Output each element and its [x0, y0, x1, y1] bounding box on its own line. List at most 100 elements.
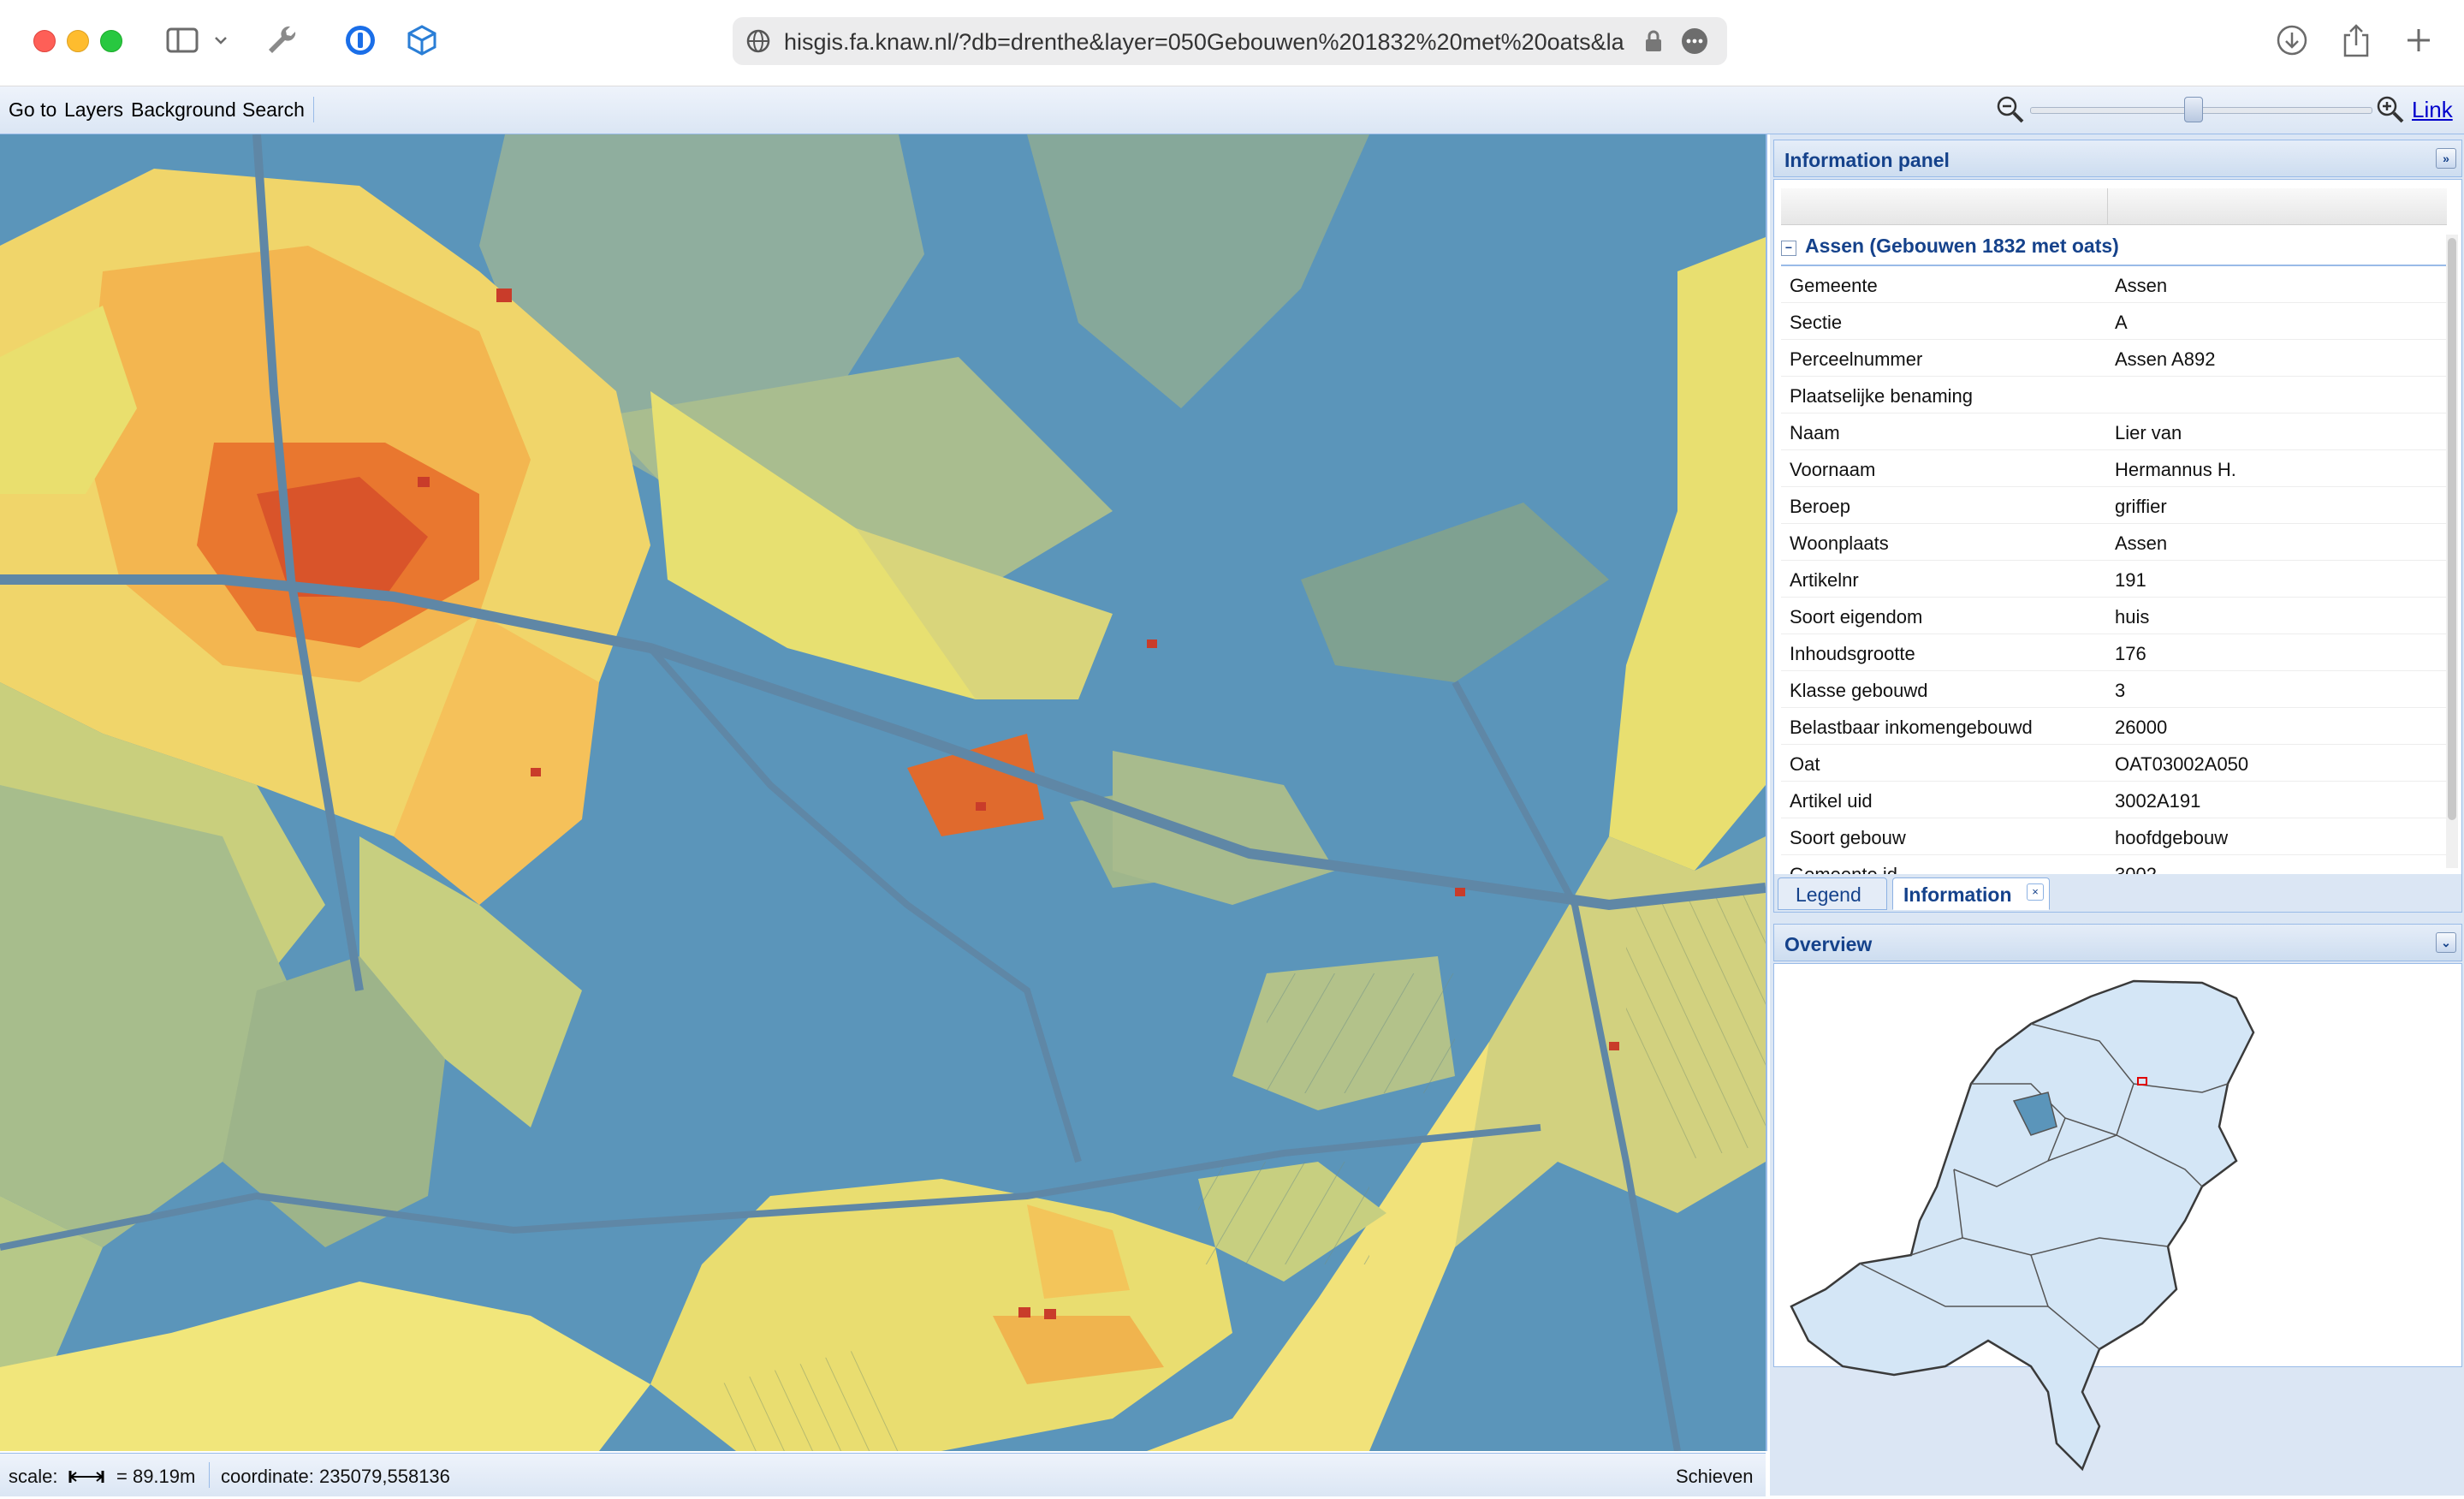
new-tab-icon[interactable] [2399, 21, 2438, 60]
tab-information[interactable]: Information × [1892, 877, 2050, 910]
attribute-key: Voornaam [1790, 459, 1876, 480]
overview-map[interactable] [1773, 963, 2462, 1472]
attribute-row: Oat OAT03002A050 [1781, 745, 2447, 782]
right-panel: Information panel » − Assen (Gebouwen 183… [1770, 134, 2464, 1496]
grid-header [1781, 188, 2447, 225]
more-options-icon[interactable] [1681, 27, 1708, 59]
attribute-row: Plaatselijke benaming [1781, 377, 2447, 413]
attribute-row: Gemeente Assen [1781, 266, 2447, 303]
browser-toolbar: hisgis.fa.knaw.nl/?db=drenthe&layer=050G… [0, 0, 2464, 86]
info-scrollbar[interactable] [2446, 235, 2458, 868]
attribute-row: Belastbaar inkomengebouwd 26000 [1781, 708, 2447, 745]
attribute-value: OAT03002A050 [2115, 753, 2249, 775]
attribute-key: Artikel uid [1790, 790, 1873, 812]
attribute-key: Woonplaats [1790, 532, 1889, 554]
attribute-value: hoofdgebouw [2115, 827, 2229, 848]
chevron-down-icon[interactable] [210, 21, 232, 60]
attribute-row: Artikel uid 3002A191 [1781, 782, 2447, 818]
attribute-key: Sectie [1790, 312, 1843, 333]
info-panel-body: − Assen (Gebouwen 1832 met oats) Gemeente… [1773, 179, 2462, 876]
link-button[interactable]: Link [2412, 97, 2453, 123]
tab-information-label: Information [1903, 883, 2012, 906]
info-tabs: Legend Information × [1773, 874, 2462, 913]
attribute-table: Gemeente Assen Sectie A Perceelnummer Assen A… [1781, 266, 2447, 875]
zoom-in-icon[interactable] [2376, 95, 2405, 128]
group-title-text: Assen (Gebouwen 1832 met oats) [1805, 235, 2119, 257]
wrench-icon[interactable] [262, 21, 301, 60]
sidebar-toggle-icon[interactable] [163, 21, 202, 60]
attribute-value: A [2115, 312, 2128, 333]
attribute-row: Woonplaats Assen [1781, 524, 2447, 561]
attribute-row: Inhoudsgrootte 176 [1781, 634, 2447, 671]
attribute-value: griffier [2115, 496, 2167, 517]
group-header[interactable]: − Assen (Gebouwen 1832 met oats) [1781, 235, 2119, 258]
cadastral-map [0, 134, 1766, 1451]
attribute-row: Soort eigendom huis [1781, 598, 2447, 634]
info-panel-title: Information panel [1784, 149, 1950, 171]
attribute-key: Plaatselijke benaming [1790, 385, 1974, 407]
attribute-key: Artikelnr [1790, 569, 1859, 591]
attribute-value: 26000 [2115, 717, 2168, 738]
attribute-value: Assen [2115, 275, 2168, 296]
map-canvas[interactable] [0, 134, 1767, 1451]
toolbar-separator [313, 97, 314, 122]
attribute-key: Soort eigendom [1790, 606, 1923, 628]
address-bar[interactable]: hisgis.fa.knaw.nl/?db=drenthe&layer=050G… [733, 17, 1727, 65]
share-icon[interactable] [2336, 21, 2376, 60]
menu-background[interactable]: Background [131, 98, 236, 122]
scale-bar-icon [68, 1467, 104, 1490]
attribute-row: Soort gebouw hoofdgebouw [1781, 818, 2447, 855]
coordinate-readout: coordinate: 235079,558136 [221, 1466, 450, 1487]
attribute-key: Oat [1790, 753, 1820, 775]
minimize-window-button[interactable] [67, 30, 89, 52]
attribute-key: Gemeente [1790, 275, 1878, 296]
attribute-row: Beroep griffier [1781, 487, 2447, 524]
menu-goto[interactable]: Go to [9, 98, 56, 122]
lock-icon [1644, 29, 1663, 57]
zoom-slider-handle[interactable] [2184, 97, 2203, 122]
attribute-row: Sectie A [1781, 303, 2447, 340]
password-manager-icon[interactable] [341, 21, 380, 60]
attribute-row: Artikelnr 191 [1781, 561, 2447, 598]
scale-label: scale: [9, 1466, 58, 1487]
status-right-text: Schieven [1676, 1466, 1754, 1487]
netherlands-overview-map [1790, 979, 2255, 1472]
attribute-value: Assen [2115, 532, 2168, 554]
overview-header: Overview ⌄ [1773, 924, 2462, 961]
collapse-down-icon[interactable]: ⌄ [2436, 932, 2456, 953]
extension-box-icon[interactable] [402, 21, 442, 60]
attribute-row: Perceelnummer Assen A892 [1781, 340, 2447, 377]
attribute-value: 3 [2115, 680, 2126, 701]
attribute-value: 191 [2115, 569, 2146, 591]
collapse-right-icon[interactable]: » [2436, 148, 2456, 169]
info-panel-header: Information panel » [1773, 140, 2462, 177]
zoom-out-icon[interactable] [1996, 95, 2025, 128]
menu-layers[interactable]: Layers [64, 98, 123, 122]
maximize-window-button[interactable] [100, 30, 122, 52]
attribute-key: Inhoudsgrootte [1790, 643, 1915, 664]
globe-icon [745, 27, 772, 59]
attribute-value: 176 [2115, 643, 2146, 664]
attribute-value: Lier van [2115, 422, 2182, 443]
tab-legend[interactable]: Legend [1778, 877, 1887, 910]
close-window-button[interactable] [33, 30, 56, 52]
downloads-icon[interactable] [2272, 21, 2312, 60]
scale-value: = 89.19m [116, 1466, 196, 1487]
status-bar: scale: = 89.19m coordinate: 235079,55813… [0, 1453, 1766, 1496]
menu-search[interactable]: Search [242, 98, 305, 122]
status-separator [209, 1462, 210, 1488]
overview-title: Overview [1784, 933, 1873, 955]
attribute-key: Beroep [1790, 496, 1850, 517]
attribute-row: Gemeente id 3002 [1781, 855, 2447, 875]
attribute-key: Naam [1790, 422, 1840, 443]
attribute-key: Belastbaar inkomengebouwd [1790, 717, 2033, 738]
attribute-key: Soort gebouw [1790, 827, 1906, 848]
attribute-value: Hermannus H. [2115, 459, 2236, 480]
url-text: hisgis.fa.knaw.nl/?db=drenthe&layer=050G… [784, 29, 1624, 55]
tab-legend-label: Legend [1796, 883, 1861, 906]
attribute-row: Klasse gebouwd 3 [1781, 671, 2447, 708]
attribute-value: huis [2115, 606, 2150, 628]
close-tab-icon[interactable]: × [2027, 883, 2044, 901]
attribute-key: Perceelnummer [1790, 348, 1923, 370]
collapse-group-icon[interactable]: − [1781, 241, 1796, 256]
